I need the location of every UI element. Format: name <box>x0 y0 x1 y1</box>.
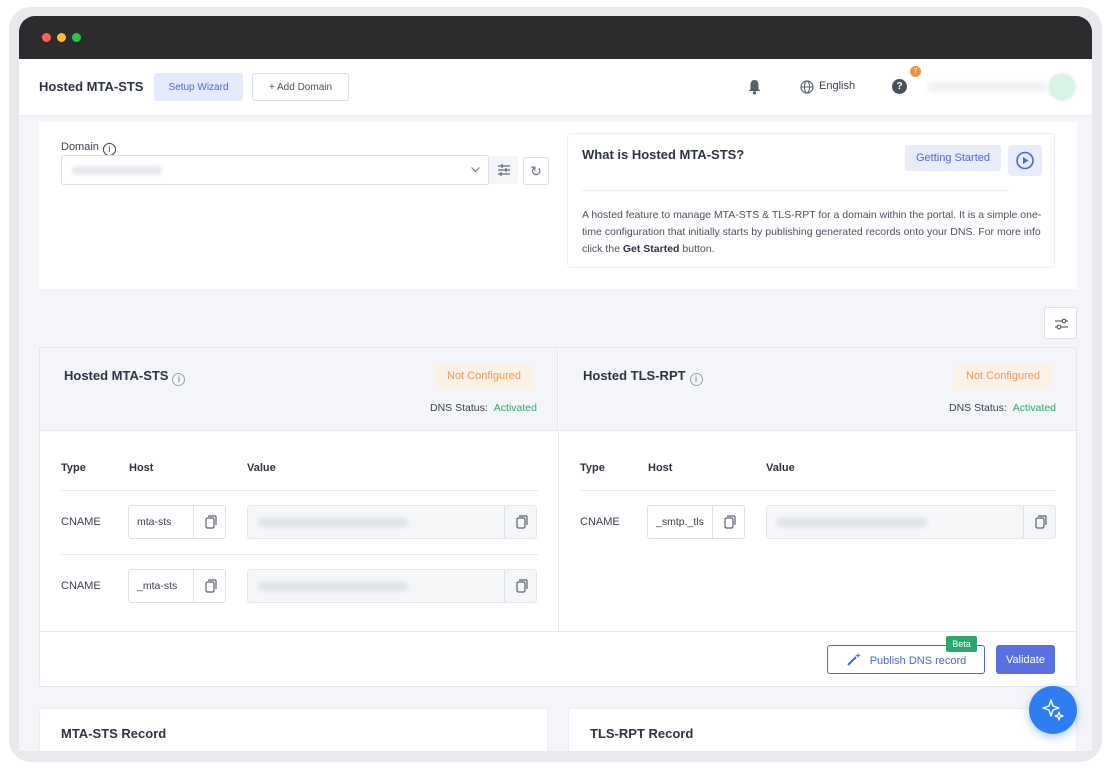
column-header-host: Host <box>129 462 154 474</box>
browser-window: Hosted MTA-STS Setup Wizard + Add Domain… <box>19 16 1092 751</box>
value-redacted <box>777 518 927 527</box>
mta-sts-record-card: MTA-STS Record <box>39 708 548 751</box>
sparkles-icon <box>1042 699 1064 721</box>
domain-panel: Domain i ↻ What is Hosted MTA-STS? Gettin… <box>39 122 1077 289</box>
language-selector[interactable]: English <box>819 80 855 92</box>
dns-records-card: Hosted MTA-STS i Not Configured DNS Statu… <box>39 347 1077 687</box>
value-redacted <box>258 582 408 591</box>
domain-select[interactable] <box>61 155 518 185</box>
chevron-down-icon[interactable] <box>470 164 481 178</box>
user-name-redacted[interactable] <box>927 82 1047 92</box>
mta-sts-header: Hosted MTA-STS i Not Configured DNS Statu… <box>40 348 558 431</box>
info-icon[interactable]: i <box>172 373 186 386</box>
tls-rpt-header: Hosted TLS-RPT i Not Configured DNS Statu… <box>559 348 1076 431</box>
dns-status: DNS Status: Activated <box>949 402 1056 414</box>
selected-domain-redacted <box>72 166 162 175</box>
value-field[interactable] <box>247 569 537 603</box>
info-card-title: What is Hosted MTA-STS? <box>582 147 745 162</box>
add-domain-button[interactable]: + Add Domain <box>252 73 349 101</box>
column-header-type: Type <box>61 462 86 474</box>
page-title: Hosted MTA-STS <box>39 79 144 94</box>
value-redacted <box>258 518 408 527</box>
value-field[interactable] <box>247 505 537 539</box>
copy-icon[interactable] <box>504 506 536 538</box>
ai-assistant-button[interactable] <box>1029 686 1077 734</box>
bell-icon[interactable] <box>747 79 762 100</box>
divider <box>61 554 538 555</box>
section-title: Hosted TLS-RPT i <box>583 368 703 386</box>
domain-label: Domain i <box>61 141 116 156</box>
column-header-value: Value <box>766 462 795 474</box>
maximize-window-dot[interactable] <box>72 33 81 42</box>
copy-icon[interactable] <box>1023 506 1055 538</box>
host-value: _mta-sts <box>137 580 178 592</box>
column-header-host: Host <box>648 462 673 474</box>
column-settings-icon[interactable] <box>1044 307 1077 339</box>
magic-wand-icon <box>846 653 870 667</box>
notification-badge: 7 <box>910 66 921 77</box>
filter-icon[interactable] <box>488 156 518 184</box>
host-value: mta-sts <box>137 516 172 528</box>
host-field[interactable]: _smtp._tls <box>647 505 745 539</box>
info-card: What is Hosted MTA-STS? Getting Started … <box>567 133 1055 268</box>
divider <box>582 190 1009 191</box>
status-badge: Not Configured <box>435 363 533 389</box>
title-bar <box>19 16 1092 59</box>
setup-wizard-button[interactable]: Setup Wizard <box>154 73 243 101</box>
section-title: TLS-RPT Record <box>590 726 694 741</box>
validate-button[interactable]: Validate <box>996 645 1055 674</box>
record-type: CNAME <box>61 580 101 592</box>
minimize-window-dot[interactable] <box>57 33 66 42</box>
top-nav: Hosted MTA-STS Setup Wizard + Add Domain… <box>19 59 1092 116</box>
value-field[interactable] <box>766 505 1056 539</box>
globe-icon[interactable] <box>800 80 814 99</box>
column-header-value: Value <box>247 462 276 474</box>
divider <box>580 490 1056 491</box>
divider <box>61 490 538 491</box>
section-title: Hosted MTA-STS i <box>64 368 186 386</box>
beta-badge: Beta <box>946 636 977 652</box>
help-icon[interactable]: ? <box>892 79 907 94</box>
section-title: MTA-STS Record <box>61 726 167 741</box>
record-type: CNAME <box>61 516 101 528</box>
status-badge: Not Configured <box>954 363 1052 389</box>
copy-icon[interactable] <box>712 506 744 538</box>
dns-status: DNS Status: Activated <box>430 402 537 414</box>
avatar[interactable] <box>1048 73 1076 101</box>
record-type: CNAME <box>580 516 620 528</box>
refresh-icon[interactable]: ↻ <box>523 157 549 185</box>
getting-started-button[interactable]: Getting Started <box>905 145 1001 171</box>
info-description: A hosted feature to manage MTA-STS & TLS… <box>582 209 1042 255</box>
copy-icon[interactable] <box>193 506 225 538</box>
copy-icon[interactable] <box>504 570 536 602</box>
close-window-dot[interactable] <box>42 33 51 42</box>
divider <box>40 631 1076 632</box>
host-field[interactable]: _mta-sts <box>128 569 226 603</box>
host-value: _smtp._tls <box>656 516 704 528</box>
divider <box>558 431 559 631</box>
info-icon[interactable]: i <box>689 373 703 386</box>
play-video-icon[interactable] <box>1008 145 1042 176</box>
tls-rpt-record-card: TLS-RPT Record <box>568 708 1077 751</box>
column-header-type: Type <box>580 462 605 474</box>
host-field[interactable]: mta-sts <box>128 505 226 539</box>
copy-icon[interactable] <box>193 570 225 602</box>
